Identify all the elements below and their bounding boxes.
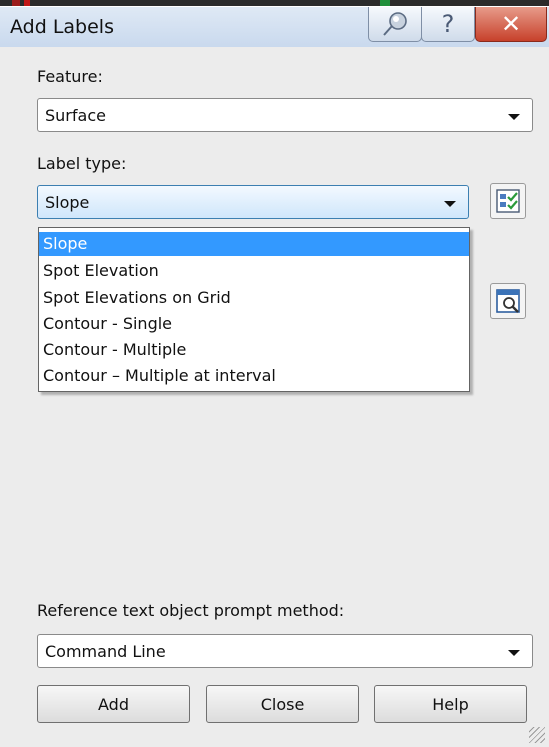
feature-label: Feature:	[37, 67, 103, 86]
label-style-edit-icon	[496, 189, 520, 213]
help-button[interactable]: Help	[374, 685, 527, 723]
title-bar[interactable]: Add Labels ? ✕	[0, 7, 549, 47]
background-icon	[24, 0, 30, 6]
label-type-option-contour-multiple[interactable]: Contour - Multiple	[39, 338, 469, 362]
pushpin-icon	[383, 12, 407, 36]
add-button[interactable]: Add	[37, 685, 190, 723]
dialog-title: Add Labels	[10, 16, 114, 38]
label-type-option-slope[interactable]: Slope	[39, 232, 469, 256]
label-type-select[interactable]: Slope	[37, 185, 469, 219]
label-type-option-contour-multiple-at-interval[interactable]: Contour – Multiple at interval	[39, 364, 469, 388]
chevron-down-icon	[444, 201, 456, 207]
background-icon	[380, 0, 390, 6]
close-title-button[interactable]: ✕	[475, 7, 547, 42]
resize-grip[interactable]	[529, 727, 545, 743]
feature-select[interactable]: Surface	[37, 98, 533, 132]
pin-button[interactable]	[368, 7, 422, 42]
label-style-edit-button[interactable]	[490, 183, 526, 219]
close-button[interactable]: Close	[206, 685, 359, 723]
label-style-preview-icon	[496, 289, 520, 313]
chevron-down-icon	[508, 650, 520, 656]
close-icon: ✕	[500, 10, 522, 38]
background-toolbar	[0, 0, 549, 6]
label-type-value: Slope	[45, 193, 90, 212]
reference-prompt-select[interactable]: Command Line	[37, 634, 533, 668]
label-style-preview-button[interactable]	[490, 283, 526, 319]
label-type-option-contour-single[interactable]: Contour - Single	[39, 312, 469, 336]
reference-prompt-label: Reference text object prompt method:	[37, 601, 345, 620]
label-type-label: Label type:	[37, 154, 127, 173]
help-icon: ?	[441, 10, 455, 38]
background-app-strip	[0, 0, 549, 7]
label-type-option-spot-elevation[interactable]: Spot Elevation	[39, 259, 469, 283]
label-type-option-spot-elevations-on-grid[interactable]: Spot Elevations on Grid	[39, 286, 469, 310]
chevron-down-icon	[508, 114, 520, 120]
background-icon	[12, 0, 20, 6]
help-title-button[interactable]: ?	[421, 7, 475, 42]
add-labels-dialog: Add Labels ? ✕ Feature: Surface Label ty…	[0, 7, 549, 747]
reference-prompt-value: Command Line	[45, 642, 166, 661]
feature-value: Surface	[45, 106, 106, 125]
label-type-dropdown-list[interactable]: Slope Spot Elevation Spot Elevations on …	[38, 227, 470, 392]
